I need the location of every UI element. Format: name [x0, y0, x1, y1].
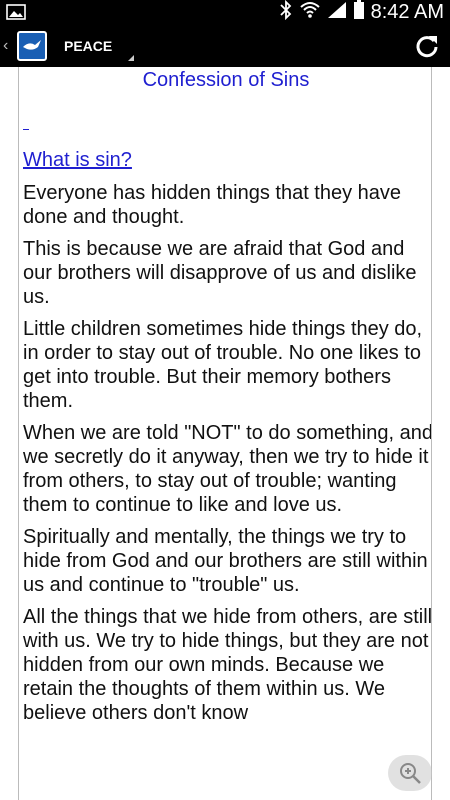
left-margin [0, 67, 18, 800]
refresh-button[interactable] [414, 33, 440, 59]
zoom-button[interactable] [388, 755, 432, 791]
status-bar: 8:42 AM [0, 0, 450, 25]
paragraph: This is because we are afraid that God a… [23, 238, 417, 308]
content-page[interactable]: Confession of Sins What is sin? Everyone… [18, 67, 432, 800]
zoom-in-icon [400, 763, 421, 784]
status-icons: 8:42 AM [279, 0, 444, 25]
image-notification-icon [6, 4, 26, 25]
chevron-left-icon[interactable]: ‹ [3, 37, 8, 55]
paragraph: Little children sometimes hide things th… [23, 318, 423, 412]
article-body: Everyone has hidden things that they hav… [23, 181, 432, 733]
refresh-icon [416, 36, 438, 58]
app-title[interactable]: PEACE [64, 38, 112, 54]
section-link-what-is-sin[interactable]: What is sin? [23, 149, 132, 172]
paragraph: When we are told "NOT" to do something, … [23, 422, 432, 516]
anchor-link[interactable] [23, 129, 29, 130]
right-margin [432, 67, 450, 800]
signal-icon [327, 1, 347, 24]
wifi-icon [299, 1, 321, 24]
bluetooth-icon [279, 0, 293, 25]
battery-icon [353, 0, 365, 25]
page-title: Confession of Sins [142, 69, 310, 91]
dove-logo-icon[interactable] [17, 31, 47, 61]
action-bar: ‹ PEACE [0, 25, 450, 67]
paragraph: All the things that we hide from others,… [23, 606, 432, 724]
paragraph: Everyone has hidden things that they hav… [23, 182, 402, 228]
paragraph: Spiritually and mentally, the things we … [23, 526, 428, 596]
dropdown-indicator-icon [128, 55, 134, 61]
clock: 8:42 AM [370, 1, 444, 23]
